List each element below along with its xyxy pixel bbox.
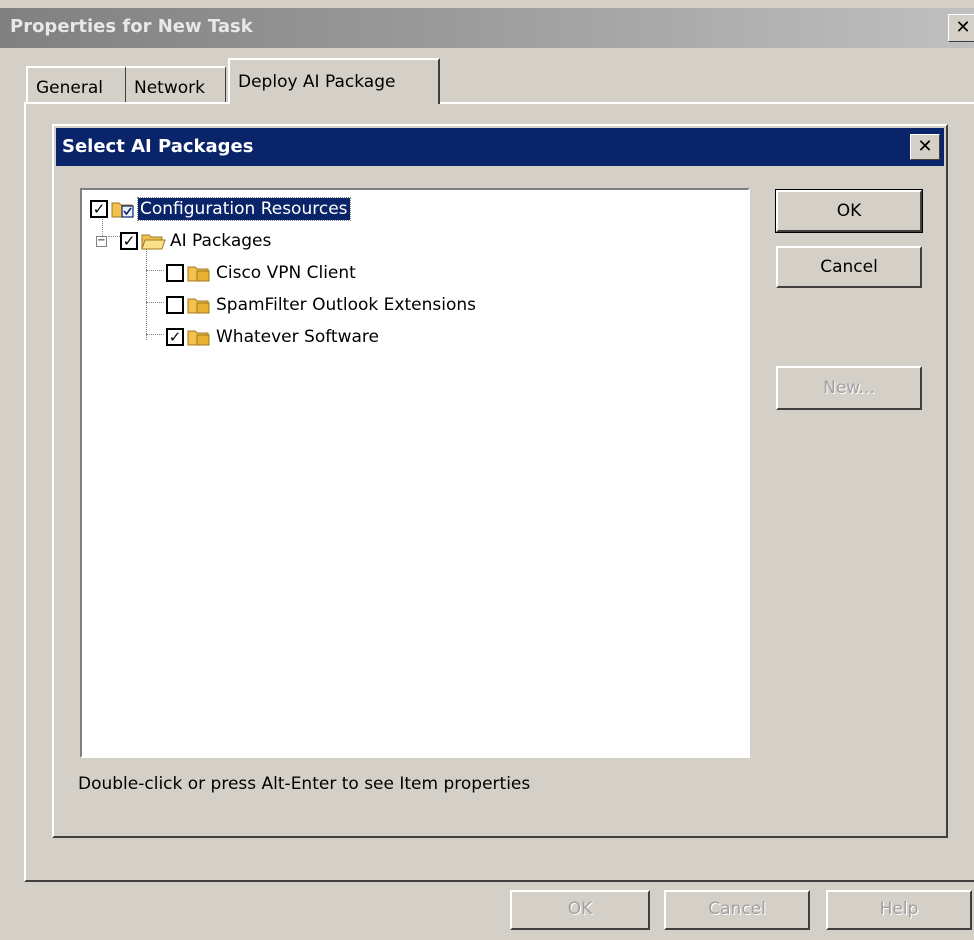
new-button[interactable]: New... (776, 366, 922, 410)
window-title: Properties for New Task (10, 16, 253, 37)
checkmark-icon: ✓ (168, 328, 182, 346)
package-tree[interactable]: ✓ Configuration Resources − ✓ AI Package… (80, 188, 750, 758)
close-icon: ✕ (917, 136, 933, 157)
checkbox-spamfilter-outlook-extensions[interactable] (166, 296, 184, 314)
tab-deploy-label: Deploy AI Package (238, 72, 396, 92)
tab-deploy-ai-package[interactable]: Deploy AI Package (228, 58, 440, 104)
dialog-title: Select AI Packages (62, 136, 254, 157)
cancel-button[interactable]: Cancel (776, 246, 922, 288)
tree-label-ai-packages: AI Packages (170, 231, 272, 251)
tab-general-label: General (36, 78, 103, 98)
open-folder-icon (141, 234, 166, 250)
tree-label-whatever-software: Whatever Software (216, 327, 379, 347)
package-folder-icon (187, 330, 210, 346)
dialog-close-button[interactable]: ✕ (910, 134, 940, 160)
dialog-titlebar[interactable]: Select AI Packages ✕ (56, 128, 944, 166)
tree-item-cisco-vpn-client[interactable]: Cisco VPN Client (90, 260, 690, 288)
tree-item-configuration-resources[interactable]: ✓ Configuration Resources (90, 196, 690, 224)
tab-general[interactable]: General (26, 66, 126, 104)
tree-item-ai-packages[interactable]: − ✓ AI Packages (90, 228, 690, 256)
resource-folder-icon (111, 202, 134, 218)
hint-text: Double-click or press Alt-Enter to see I… (78, 774, 531, 794)
ok-button[interactable]: OK (775, 189, 923, 233)
window-close-button[interactable]: ✕ (948, 14, 974, 42)
package-folder-icon (187, 266, 210, 282)
tree-label-spamfilter-outlook-extensions: SpamFilter Outlook Extensions (216, 295, 476, 315)
checkbox-cisco-vpn-client[interactable] (166, 264, 184, 282)
tree-item-whatever-software[interactable]: ✓ Whatever Software (90, 324, 690, 352)
checkbox-configuration-resources[interactable]: ✓ (90, 200, 108, 218)
checkbox-ai-packages[interactable]: ✓ (120, 232, 138, 250)
collapse-icon[interactable]: − (96, 236, 107, 247)
tree-label-cisco-vpn-client: Cisco VPN Client (216, 263, 356, 283)
properties-window: Properties for New Task ✕ General Networ… (0, 0, 974, 940)
checkbox-whatever-software[interactable]: ✓ (166, 328, 184, 346)
tab-network[interactable]: Network (126, 66, 226, 104)
select-ai-packages-dialog: Select AI Packages ✕ ✓ Configuration Res… (52, 124, 948, 838)
checkmark-icon: ✓ (92, 200, 106, 218)
package-folder-icon (187, 298, 210, 314)
window-titlebar[interactable]: Properties for New Task ✕ (0, 8, 974, 48)
tree-label-configuration-resources: Configuration Resources (137, 197, 351, 221)
footer-cancel-button[interactable]: Cancel (664, 890, 810, 930)
tree-item-spamfilter-outlook-extensions[interactable]: SpamFilter Outlook Extensions (90, 292, 690, 320)
tab-network-label: Network (134, 78, 205, 98)
footer-ok-button[interactable]: OK (510, 890, 650, 930)
close-icon: ✕ (955, 17, 971, 38)
checkmark-icon: ✓ (122, 232, 136, 250)
footer-help-button[interactable]: Help (826, 890, 972, 930)
